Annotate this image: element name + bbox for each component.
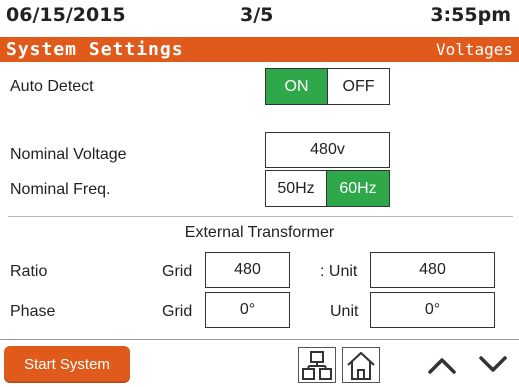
page-title: System Settings xyxy=(6,39,184,60)
phase-grid-field[interactable]: 0° xyxy=(205,292,290,328)
network-icon xyxy=(299,348,335,382)
home-button[interactable] xyxy=(342,347,380,383)
network-button[interactable] xyxy=(298,347,336,383)
phase-unit-label: Unit xyxy=(330,303,359,320)
section-divider xyxy=(8,216,513,217)
ratio-label: Ratio xyxy=(10,263,48,280)
freq-60hz-button[interactable]: 60Hz xyxy=(327,171,389,206)
scroll-up-button[interactable] xyxy=(425,350,459,380)
title-bar: System Settings Voltages xyxy=(0,37,519,62)
freq-50hz-button[interactable]: 50Hz xyxy=(266,171,326,206)
status-bar: 06/15/2015 3/5 3:55pm xyxy=(0,0,519,36)
home-icon xyxy=(343,348,379,382)
ratio-unit-label: : Unit xyxy=(320,263,358,280)
auto-detect-off-button[interactable]: OFF xyxy=(328,69,389,104)
auto-detect-on-button[interactable]: ON xyxy=(266,69,327,104)
footer-divider xyxy=(0,339,519,340)
section-title: Voltages xyxy=(435,40,513,59)
phase-unit-field[interactable]: 0° xyxy=(370,292,495,328)
status-date: 06/15/2015 xyxy=(6,4,126,26)
auto-detect-toggle[interactable]: ON OFF xyxy=(265,68,390,105)
ratio-unit-field[interactable]: 480 xyxy=(370,252,495,288)
chevron-up-icon xyxy=(425,350,459,380)
nominal-voltage-field[interactable]: 480v xyxy=(265,132,390,168)
page-indicator: 3/5 xyxy=(240,4,274,26)
nominal-freq-toggle[interactable]: 50Hz 60Hz xyxy=(265,170,390,207)
scroll-down-button[interactable] xyxy=(476,350,510,380)
phase-label: Phase xyxy=(10,303,56,320)
auto-detect-label: Auto Detect xyxy=(10,78,94,95)
phase-grid-label: Grid xyxy=(162,303,193,320)
status-time: 3:55pm xyxy=(430,4,511,26)
ratio-grid-label: Grid xyxy=(162,263,193,280)
ratio-grid-field[interactable]: 480 xyxy=(205,252,290,288)
chevron-down-icon xyxy=(476,350,510,380)
nominal-voltage-label: Nominal Voltage xyxy=(10,146,127,163)
external-transformer-heading: External Transformer xyxy=(184,224,335,241)
start-system-button[interactable]: Start System xyxy=(4,346,130,383)
nominal-freq-label: Nominal Freq. xyxy=(10,181,111,198)
